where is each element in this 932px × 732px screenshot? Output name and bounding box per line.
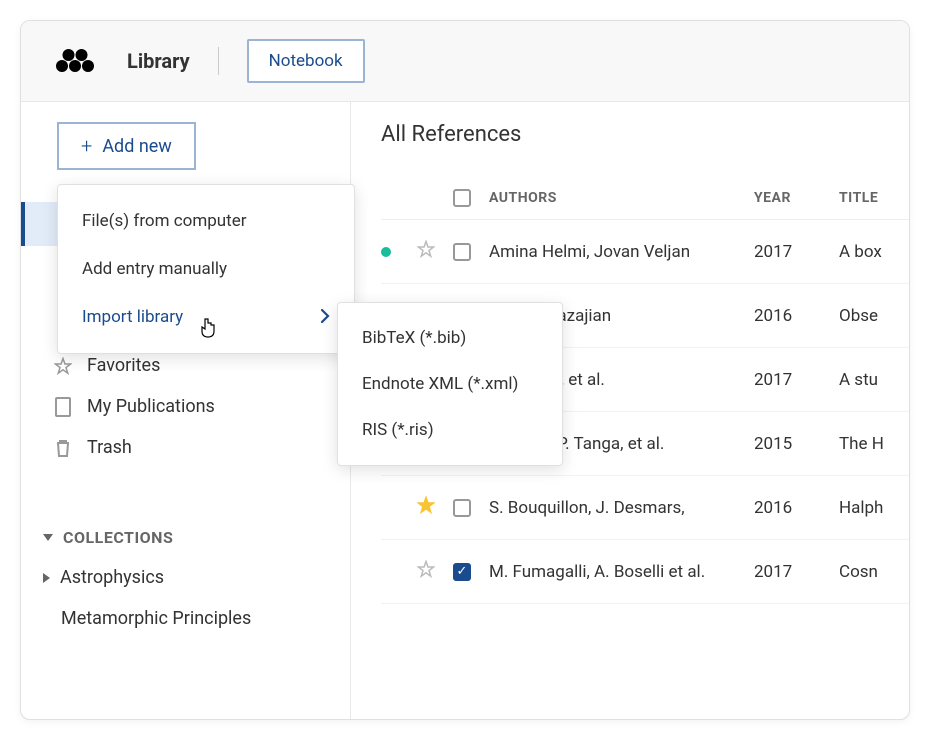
sidebar: + Add new File(s) from computer Add entr…: [21, 102, 351, 720]
cursor-pointer-icon: [199, 317, 217, 344]
row-checkbox[interactable]: ✓: [453, 563, 471, 581]
star-icon: [417, 560, 435, 578]
authors-cell: M. Fumagalli, A. Boselli et al.: [489, 562, 754, 582]
year-cell: 2017: [754, 370, 839, 390]
authors-cell: S. Bouquillon, J. Desmars,: [489, 498, 754, 518]
dropdown-item-files[interactable]: File(s) from computer: [58, 197, 354, 245]
sidebar-nav-list: Favorites My Publications Trash: [21, 345, 350, 468]
favorite-star[interactable]: [417, 240, 453, 263]
app-logo: [51, 45, 99, 77]
title-cell: A box: [839, 242, 909, 262]
title-cell: Cosn: [839, 562, 909, 582]
table-header-row: AUTHORS YEAR TITLE: [381, 177, 909, 220]
select-all-checkbox[interactable]: [453, 189, 471, 207]
column-header-year[interactable]: YEAR: [754, 190, 839, 206]
authors-cell: Amina Helmi, Jovan Veljan: [489, 242, 754, 262]
table-row[interactable]: Amina Helmi, Jovan Veljan2017A box: [381, 220, 909, 284]
dot-indicator-icon: [381, 247, 391, 257]
label: Add entry manually: [82, 259, 227, 279]
label: File(s) from computer: [82, 211, 247, 231]
title-cell: Obse: [839, 306, 909, 326]
submenu-item-ris[interactable]: RIS (*.ris): [338, 407, 562, 453]
app-header: Library Notebook: [21, 21, 909, 102]
year-cell: 2017: [754, 562, 839, 582]
title-cell: The H: [839, 434, 909, 454]
year-cell: 2017: [754, 242, 839, 262]
caret-down-icon: [43, 534, 53, 541]
row-checkbox[interactable]: [453, 243, 471, 261]
table-row[interactable]: ✓ M. Fumagalli, A. Boselli et al.2017Cosn: [381, 540, 909, 604]
import-library-submenu: BibTeX (*.bib) Endnote XML (*.xml) RIS (…: [337, 302, 563, 466]
submenu-item-bibtex[interactable]: BibTeX (*.bib): [338, 315, 562, 361]
trash-icon: [53, 438, 73, 458]
column-header-title[interactable]: TITLE: [839, 190, 909, 206]
year-cell: 2016: [754, 498, 839, 518]
collection-item-astrophysics[interactable]: Astrophysics: [21, 557, 350, 598]
plus-icon: +: [81, 134, 92, 158]
label: Metamorphic Principles: [61, 608, 251, 629]
favorite-star[interactable]: [417, 560, 453, 583]
dropdown-item-add-manually[interactable]: Add entry manually: [58, 245, 354, 293]
row-indicator: [381, 247, 417, 257]
title-cell: A stu: [839, 370, 909, 390]
column-header-authors[interactable]: AUTHORS: [489, 190, 754, 206]
label: Favorites: [87, 355, 160, 376]
star-icon: [53, 357, 73, 375]
document-icon: [53, 397, 73, 417]
add-new-label: Add new: [102, 136, 172, 157]
sidebar-item-trash[interactable]: Trash: [43, 427, 328, 468]
label: Trash: [87, 437, 132, 458]
chevron-right-icon: [321, 308, 330, 327]
favorite-star[interactable]: [417, 496, 453, 519]
year-cell: 2015: [754, 434, 839, 454]
collections-section-header[interactable]: COLLECTIONS: [21, 518, 350, 557]
label: My Publications: [87, 396, 215, 417]
year-cell: 2016: [754, 306, 839, 326]
page-title: All References: [381, 122, 909, 147]
label: Astrophysics: [60, 567, 164, 588]
header-divider: [218, 47, 219, 75]
star-icon: [417, 240, 435, 258]
table-row[interactable]: S. Bouquillon, J. Desmars,2016Halph: [381, 476, 909, 540]
submenu-item-endnote[interactable]: Endnote XML (*.xml): [338, 361, 562, 407]
label: Import library: [82, 307, 183, 327]
row-checkbox[interactable]: [453, 499, 471, 517]
notebook-button[interactable]: Notebook: [247, 39, 365, 83]
caret-right-icon: [43, 573, 50, 583]
add-new-button[interactable]: + Add new: [57, 122, 196, 170]
library-nav-label[interactable]: Library: [127, 49, 190, 73]
sidebar-item-my-publications[interactable]: My Publications: [43, 386, 328, 427]
collection-item-metamorphic[interactable]: Metamorphic Principles: [21, 598, 350, 639]
label: COLLECTIONS: [63, 528, 173, 547]
title-cell: Halph: [839, 498, 909, 518]
star-icon: [417, 496, 435, 514]
